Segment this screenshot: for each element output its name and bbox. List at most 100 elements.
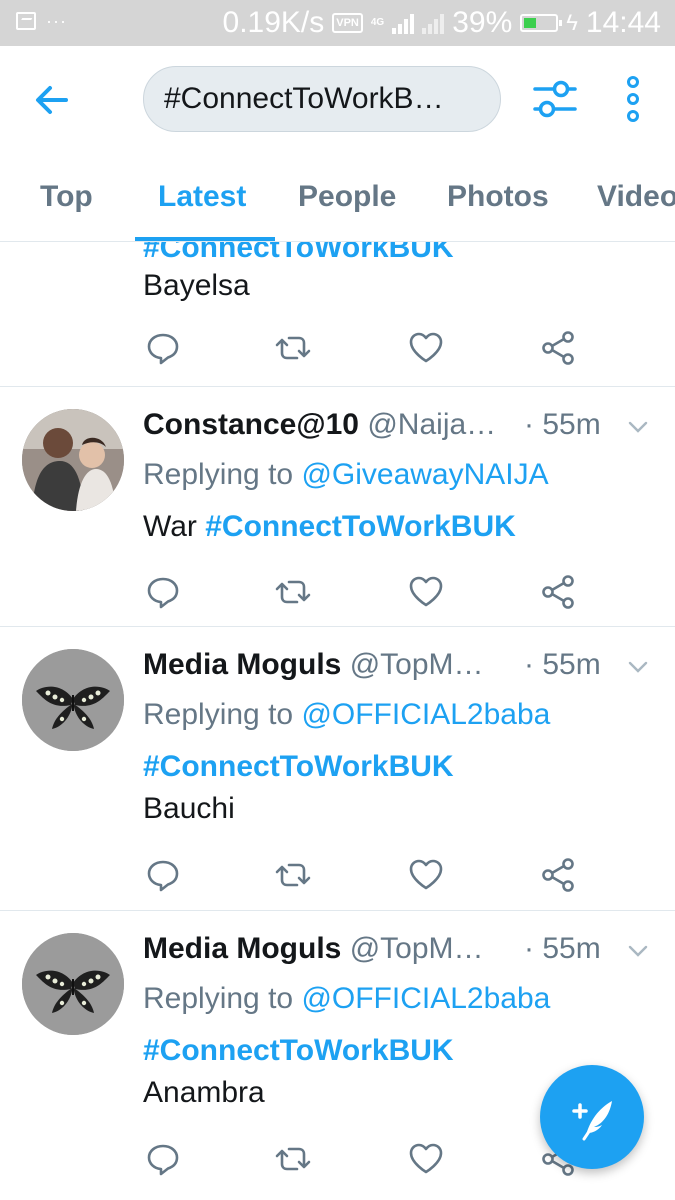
tweet-time: · 55m: [524, 648, 601, 681]
tweet-header: Media Moguls @TopM…: [143, 647, 484, 683]
reply-icon: [147, 1144, 179, 1176]
chevron-down-icon[interactable]: [626, 415, 650, 439]
overflow-menu-button[interactable]: [618, 76, 648, 122]
search-input[interactable]: #ConnectToWorkB…: [143, 66, 501, 132]
butterfly-avatar-icon: [22, 649, 124, 751]
like-button[interactable]: [406, 855, 446, 895]
share-button[interactable]: [539, 328, 579, 368]
status-left: ···: [16, 12, 67, 30]
tweet-actions: [143, 328, 603, 368]
like-button[interactable]: [406, 1139, 446, 1179]
network-speed: 0.19K/s: [222, 6, 325, 39]
heart-icon: [409, 859, 443, 890]
retweet-button[interactable]: [273, 855, 313, 895]
tab-latest[interactable]: Latest: [158, 180, 246, 214]
vpn-badge: VPN: [332, 13, 363, 33]
heart-icon: [409, 576, 443, 607]
chevron-down-icon[interactable]: [626, 939, 650, 963]
avatar[interactable]: [22, 409, 124, 511]
signal-icon: [392, 12, 415, 34]
mention-link[interactable]: @OFFICIAL2baba: [301, 698, 550, 731]
tab-videos[interactable]: Videos: [597, 180, 675, 214]
charging-icon: ϟ: [566, 10, 578, 35]
user-name[interactable]: Media Moguls: [143, 648, 341, 681]
battery-percent: 39%: [452, 6, 513, 39]
reply-icon: [147, 860, 179, 892]
share-icon: [542, 575, 574, 609]
filter-icon: [533, 80, 577, 118]
search-tabs: Top Latest People Photos Videos: [0, 158, 675, 242]
tweet-text: Bayelsa: [143, 269, 250, 302]
status-right: 0.19K/s VPN 4G 39% ϟ 14:44: [223, 5, 661, 41]
tweet-text: Anambra: [143, 1076, 265, 1109]
more-vertical-icon: [627, 76, 639, 122]
reply-button[interactable]: [143, 1139, 183, 1179]
mention-link[interactable]: @GiveawayNAIJA: [301, 458, 548, 491]
tab-people[interactable]: People: [298, 180, 396, 214]
share-button[interactable]: [539, 572, 579, 612]
retweet-icon: [275, 580, 311, 604]
retweet-button[interactable]: [273, 328, 313, 368]
back-arrow-icon: [36, 86, 68, 114]
tweet[interactable]: Media Moguls @TopM… · 55m Replying to @O…: [0, 627, 675, 911]
tweet-actions: [143, 572, 603, 612]
avatar[interactable]: [22, 933, 124, 1035]
tab-photos[interactable]: Photos: [447, 180, 549, 214]
tweet-text: Bauchi: [143, 792, 235, 825]
back-button[interactable]: [30, 78, 74, 122]
tweet-partial[interactable]: #ConnectToWorkBUK Bayelsa: [0, 242, 675, 386]
hashtag-link[interactable]: #ConnectToWorkBUK: [143, 750, 454, 783]
compose-tweet-button[interactable]: [540, 1065, 644, 1169]
tweet-actions: [143, 1139, 603, 1179]
battery-level: [524, 18, 537, 28]
replying-to: Replying to @GiveawayNAIJA: [143, 458, 549, 491]
clock: 14:44: [585, 6, 661, 39]
like-button[interactable]: [406, 572, 446, 612]
tweet-time: · 55m: [524, 408, 601, 441]
tab-top[interactable]: Top: [40, 180, 93, 214]
tweet-hashtag[interactable]: #ConnectToWorkBUK: [143, 242, 454, 266]
user-handle[interactable]: @TopM…: [350, 932, 484, 965]
replying-to: Replying to @OFFICIAL2baba: [143, 698, 551, 731]
tweet-header: Constance@10 @Naija…: [143, 407, 496, 443]
network-type: 4G: [370, 17, 385, 28]
butterfly-avatar-icon: [22, 933, 124, 1035]
share-button[interactable]: [539, 855, 579, 895]
retweet-icon: [275, 336, 311, 360]
reply-icon: [147, 333, 179, 365]
reply-button[interactable]: [143, 328, 183, 368]
reply-button[interactable]: [143, 855, 183, 895]
search-filter-button[interactable]: [532, 76, 578, 122]
share-icon: [542, 858, 574, 892]
tweet-feed[interactable]: #ConnectToWorkBUK Bayelsa Constance@10 @…: [0, 242, 675, 1200]
tweet[interactable]: Constance@10 @Naija… · 55m Replying to @…: [0, 387, 675, 626]
user-name[interactable]: Media Moguls: [143, 932, 341, 965]
mention-link[interactable]: @OFFICIAL2baba: [301, 982, 550, 1015]
more-notifications-dots: ···: [46, 11, 67, 31]
chevron-down-icon[interactable]: [626, 655, 650, 679]
signal-2-icon: [422, 12, 445, 34]
user-handle[interactable]: @TopM…: [350, 648, 484, 681]
search-header: #ConnectToWorkB…: [0, 46, 675, 158]
reply-button[interactable]: [143, 572, 183, 612]
battery-icon: [520, 14, 563, 32]
heart-icon: [409, 332, 443, 363]
hashtag-link[interactable]: #ConnectToWorkBUK: [205, 510, 516, 543]
tweet-hashtag: #ConnectToWorkBUK: [143, 1033, 454, 1069]
retweet-icon: [275, 1147, 311, 1171]
user-handle[interactable]: @Naija…: [367, 408, 496, 441]
retweet-button[interactable]: [273, 572, 313, 612]
tweet-header: Media Moguls @TopM…: [143, 931, 484, 967]
hashtag-link[interactable]: #ConnectToWorkBUK: [143, 1034, 454, 1067]
status-bar: ··· 0.19K/s VPN 4G 39% ϟ 14:44: [0, 0, 675, 46]
reply-icon: [147, 577, 179, 609]
retweet-button[interactable]: [273, 1139, 313, 1179]
retweet-icon: [275, 863, 311, 887]
tweet-time: · 55m: [524, 932, 601, 965]
replying-to: Replying to @OFFICIAL2baba: [143, 982, 551, 1015]
user-name[interactable]: Constance@10: [143, 408, 359, 441]
gallery-notification-icon: [16, 12, 36, 30]
avatar[interactable]: [22, 649, 124, 751]
like-button[interactable]: [406, 328, 446, 368]
heart-icon: [409, 1143, 443, 1174]
